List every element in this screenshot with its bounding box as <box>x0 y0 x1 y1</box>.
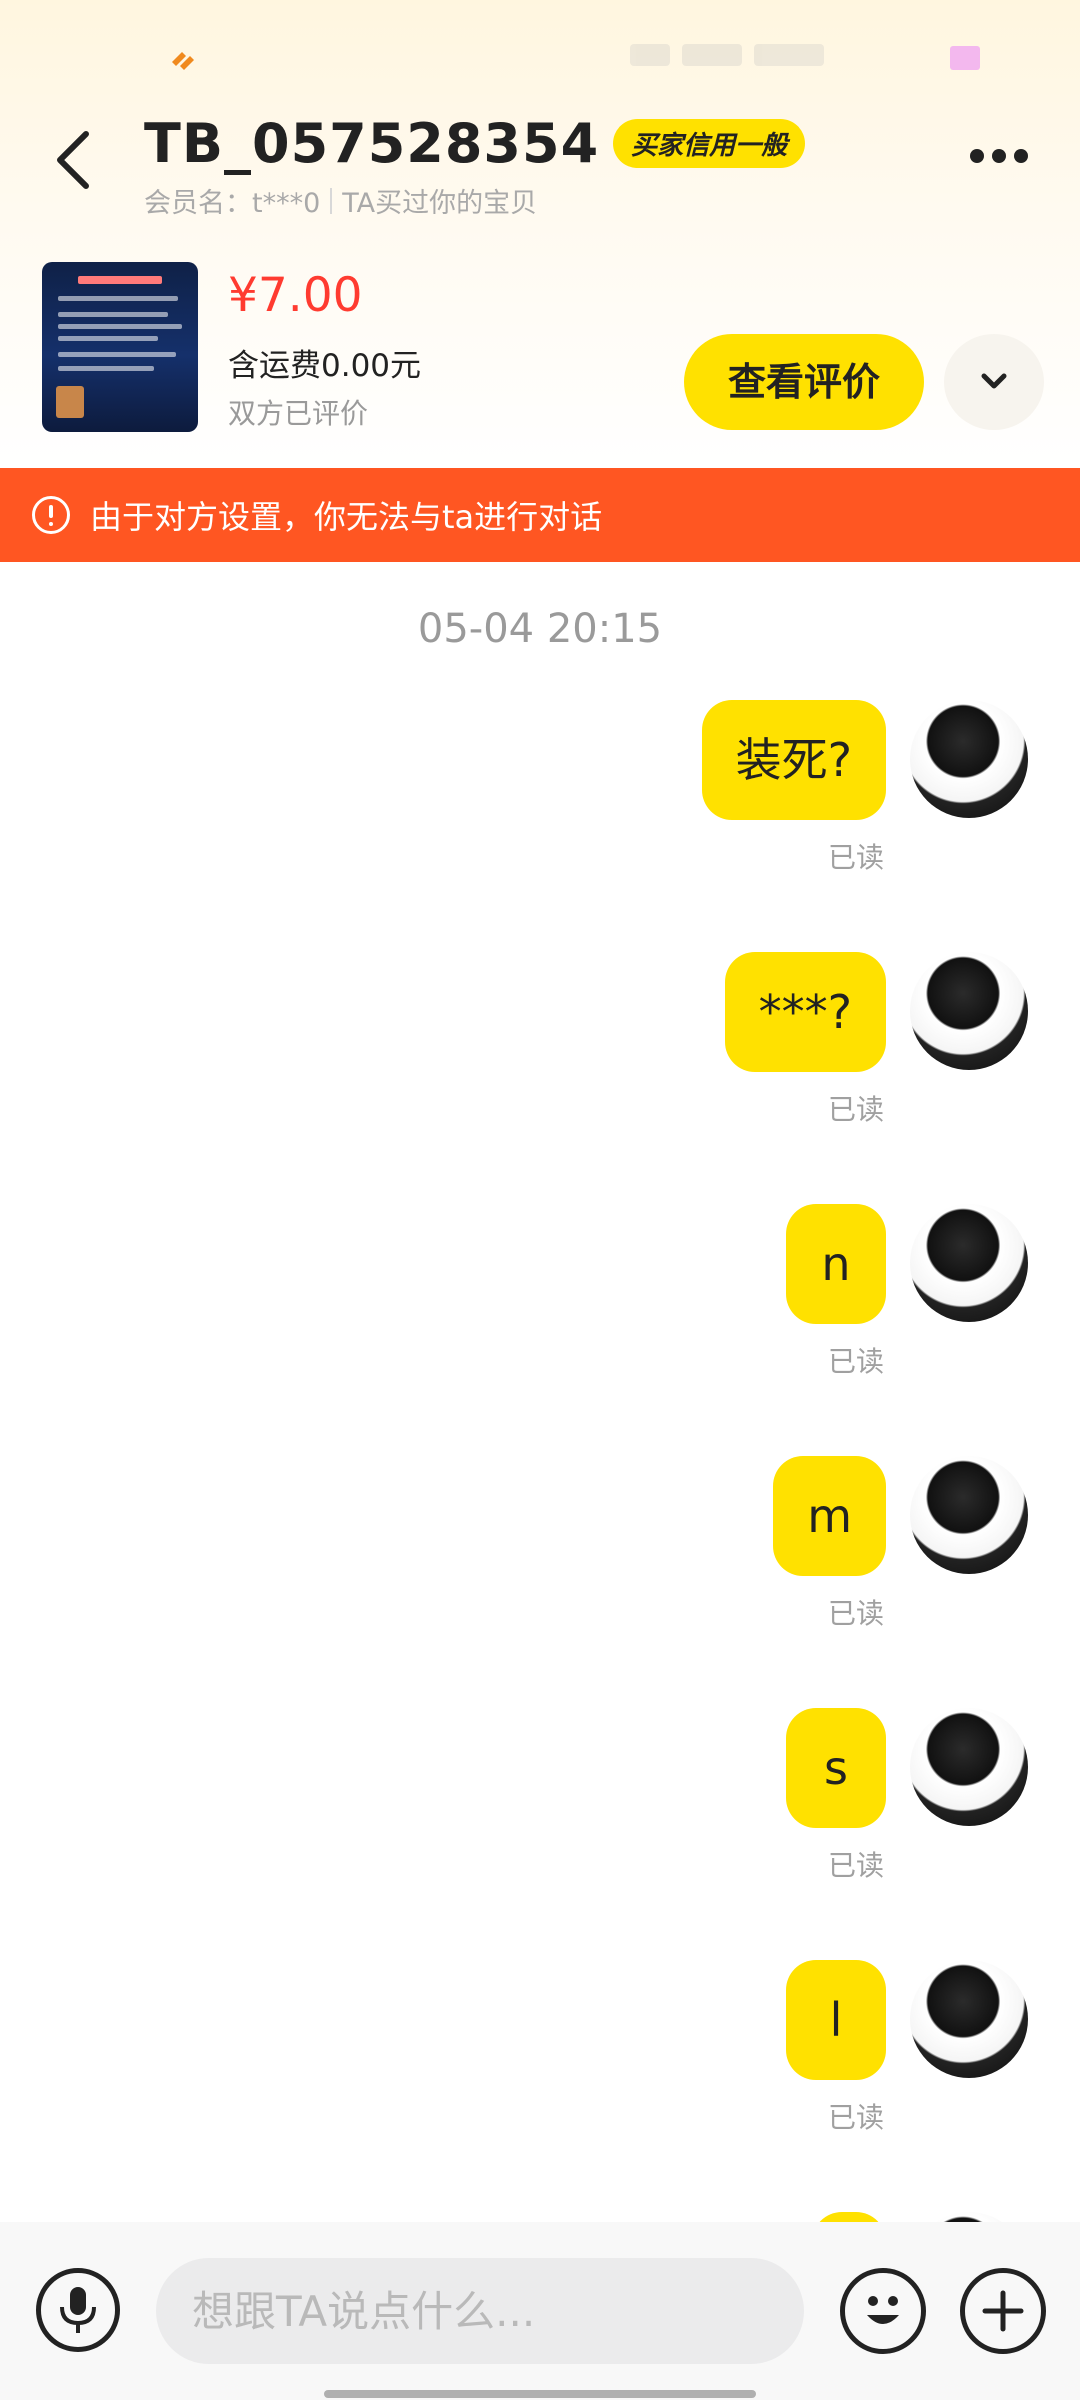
app-logo-icon <box>172 52 194 70</box>
message-item-partial <box>0 2212 1080 2222</box>
avatar[interactable] <box>910 1708 1028 1826</box>
avatar[interactable] <box>910 1960 1028 2078</box>
alert-icon <box>32 496 70 534</box>
message-item: l 已读 <box>0 1960 1080 2160</box>
divider <box>330 187 333 214</box>
input-bar <box>0 2222 1080 2400</box>
home-indicator[interactable] <box>324 2390 756 2398</box>
read-status: 已读 <box>827 1093 884 1126</box>
chat-area[interactable]: 05-04 20:15 装死? 已读 ***? 已读 n 已读 m 已读 s 已… <box>0 562 1080 2222</box>
contact-name: TB_057528354 <box>144 112 600 175</box>
message-item: s 已读 <box>0 1708 1080 1908</box>
avatar[interactable] <box>910 952 1028 1070</box>
message-bubble[interactable]: m <box>773 1456 886 1576</box>
message-bubble[interactable]: s <box>786 1708 886 1828</box>
avatar[interactable] <box>910 2212 1028 2222</box>
battery-icon <box>950 46 980 70</box>
purchase-relation: TA买过你的宝贝 <box>342 188 538 219</box>
message-bubble[interactable]: 装死? <box>701 700 886 820</box>
status-indicators <box>630 44 870 74</box>
warning-text: 由于对方设置，你无法与ta进行对话 <box>90 498 603 536</box>
contact-subtitle: 会员名：t***0 TA买过你的宝贝 <box>144 181 805 220</box>
message-bubble[interactable]: n <box>786 1204 886 1324</box>
dot-icon <box>1014 149 1028 163</box>
more-actions-button[interactable] <box>960 2268 1046 2354</box>
header-area: TB_057528354 买家信用一般 会员名：t***0 TA买过你的宝贝 ¥… <box>0 0 1080 468</box>
product-price: ¥7.00 <box>228 268 363 323</box>
more-options-button[interactable] <box>970 148 1036 172</box>
avatar[interactable] <box>910 700 1028 818</box>
avatar[interactable] <box>910 1204 1028 1322</box>
avatar[interactable] <box>910 1456 1028 1574</box>
read-status: 已读 <box>827 1597 884 1630</box>
message-item: n 已读 <box>0 1204 1080 1404</box>
shipping-fee: 含运费0.00元 <box>228 348 422 384</box>
product-thumbnail[interactable] <box>42 262 198 432</box>
dot-icon <box>992 149 1006 163</box>
message-item: m 已读 <box>0 1456 1080 1656</box>
credit-badge: 买家信用一般 <box>613 119 806 168</box>
chevron-down-icon <box>981 373 1007 389</box>
microphone-icon <box>60 2287 96 2333</box>
read-status: 已读 <box>827 841 884 874</box>
message-item: 装死? 已读 <box>0 700 1080 900</box>
chat-timestamp: 05-04 20:15 <box>417 606 663 652</box>
message-bubble[interactable]: l <box>786 1960 886 2080</box>
message-bubble[interactable]: ***? <box>724 952 886 1072</box>
message-input[interactable] <box>156 2258 804 2364</box>
read-status: 已读 <box>827 2101 884 2134</box>
message-item: ***? 已读 <box>0 952 1080 1152</box>
member-name: 会员名：t***0 <box>144 188 321 219</box>
evaluation-status: 双方已评价 <box>228 397 369 430</box>
contact-info: TB_057528354 买家信用一般 会员名：t***0 TA买过你的宝贝 <box>144 112 806 220</box>
warning-banner: 由于对方设置，你无法与ta进行对话 <box>0 468 1080 562</box>
expand-button[interactable] <box>944 334 1044 430</box>
read-status: 已读 <box>827 1849 884 1882</box>
view-review-button[interactable]: 查看评价 <box>684 334 924 430</box>
emoji-button[interactable] <box>840 2268 926 2354</box>
emoji-icon <box>867 2296 899 2324</box>
voice-button[interactable] <box>36 2268 120 2352</box>
dot-icon <box>970 149 984 163</box>
read-status: 已读 <box>827 1345 884 1378</box>
back-button[interactable] <box>48 128 98 192</box>
plus-icon <box>982 2290 1024 2332</box>
message-bubble[interactable] <box>812 2212 886 2222</box>
status-bar <box>0 0 1080 110</box>
